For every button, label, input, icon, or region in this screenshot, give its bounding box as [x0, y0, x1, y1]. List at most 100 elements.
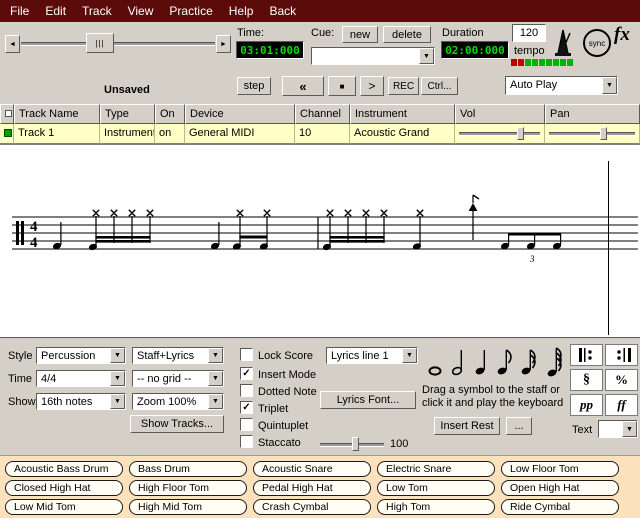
half-note-icon[interactable] — [447, 346, 469, 378]
zoom-select[interactable]: Zoom 100%▼ — [132, 393, 224, 410]
drum-pad-button[interactable]: High Mid Tom — [129, 499, 247, 515]
track-channel-cell[interactable]: 10 — [295, 124, 350, 144]
chevron-down-icon[interactable]: ▼ — [602, 77, 617, 94]
drum-pad-button[interactable]: Low Tom — [377, 480, 495, 496]
step-button[interactable]: step — [237, 77, 271, 95]
sync-button[interactable]: sync — [583, 29, 611, 57]
cue-new-button[interactable]: new — [342, 26, 378, 43]
drum-pad-button[interactable]: Acoustic Snare — [253, 461, 371, 477]
position-slider-track[interactable] — [21, 42, 215, 46]
end-repeat-cell[interactable] — [605, 344, 638, 366]
lyrics-font-button[interactable]: Lyrics Font... — [320, 391, 416, 409]
tempo-value-box[interactable]: 120 — [512, 24, 546, 42]
lyrics-line-select[interactable]: Lyrics line 1▼ — [326, 347, 418, 364]
staccato-checkbox[interactable] — [240, 435, 253, 448]
track-row-indicator[interactable] — [0, 124, 14, 144]
begin-repeat-cell[interactable] — [570, 344, 603, 366]
stop-button[interactable]: ■ — [328, 76, 356, 96]
pan-slider-handle[interactable] — [600, 127, 607, 140]
header-pan[interactable]: Pan — [545, 104, 640, 124]
menu-item-view[interactable]: View — [120, 1, 162, 21]
autoplay-select[interactable]: Auto Play ▼ — [505, 76, 618, 95]
chevron-down-icon[interactable]: ▼ — [208, 394, 223, 409]
metronome-icon[interactable] — [551, 26, 575, 58]
play-button[interactable]: > — [360, 76, 384, 96]
menu-item-back[interactable]: Back — [261, 1, 304, 21]
quarter-note-icon[interactable] — [470, 346, 492, 378]
staff-mode-select[interactable]: Staff+Lyrics▼ — [132, 347, 224, 364]
drum-pad-button[interactable]: Low Mid Tom — [5, 499, 123, 515]
track-on-cell[interactable]: on — [155, 124, 185, 144]
drum-pad-button[interactable]: Ride Cymbal — [501, 499, 619, 515]
drum-pad-button[interactable]: High Tom — [377, 499, 495, 515]
drum-pad-button[interactable]: Crash Cymbal — [253, 499, 371, 515]
style-select[interactable]: Percussion▼ — [36, 347, 126, 364]
scroll-right-button[interactable]: ► — [216, 35, 231, 53]
dotted-note-checkbox[interactable] — [240, 384, 253, 397]
drum-pad-button[interactable]: Electric Snare — [377, 461, 495, 477]
segno-cell[interactable]: § — [570, 369, 603, 391]
whole-note-icon[interactable] — [424, 346, 446, 378]
show-tracks-button[interactable]: Show Tracks... — [130, 415, 224, 433]
track-type-cell[interactable]: Instrument — [100, 124, 155, 144]
grid-select[interactable]: -- no grid --▼ — [132, 370, 224, 387]
score-staff-area[interactable]: 4 4 — [0, 144, 640, 337]
header-type[interactable]: Type — [100, 104, 155, 124]
chevron-down-icon[interactable]: ▼ — [208, 371, 223, 386]
fortissimo-cell[interactable]: ff — [605, 394, 638, 416]
drum-pad-button[interactable]: Bass Drum — [129, 461, 247, 477]
menu-item-track[interactable]: Track — [74, 1, 120, 21]
chevron-down-icon[interactable]: ▼ — [402, 348, 417, 363]
chevron-down-icon[interactable]: ▼ — [622, 421, 637, 437]
chevron-down-icon[interactable]: ▼ — [110, 371, 125, 386]
header-on[interactable]: On — [155, 104, 185, 124]
more-options-button[interactable]: ... — [506, 417, 532, 435]
cue-select[interactable]: ▼ — [311, 47, 435, 65]
header-instrument[interactable]: Instrument — [350, 104, 455, 124]
pan-slider-track[interactable] — [549, 132, 635, 136]
vol-slider-handle[interactable] — [517, 127, 524, 140]
volume-slider-handle[interactable] — [352, 437, 359, 451]
drum-pad-button[interactable]: High Floor Tom — [129, 480, 247, 496]
menu-item-edit[interactable]: Edit — [37, 1, 74, 21]
track-name-cell[interactable]: Track 1 — [14, 124, 100, 144]
header-device[interactable]: Device — [185, 104, 295, 124]
sixteenth-note-icon[interactable] — [517, 346, 539, 378]
scroll-left-button[interactable]: ◄ — [5, 35, 20, 53]
insert-rest-button[interactable]: Insert Rest — [434, 417, 500, 435]
repeat-measure-cell[interactable]: % — [605, 369, 638, 391]
drum-pad-button[interactable]: Open High Hat — [501, 480, 619, 496]
menu-item-practice[interactable]: Practice — [161, 1, 220, 21]
show-notes-select[interactable]: 16th notes▼ — [36, 393, 126, 410]
vol-slider-track[interactable] — [459, 132, 540, 136]
cue-delete-button[interactable]: delete — [383, 26, 431, 43]
header-track-name[interactable]: Track Name — [14, 104, 100, 124]
chevron-down-icon[interactable]: ▼ — [110, 348, 125, 363]
position-slider-handle[interactable]: ||| — [86, 33, 114, 53]
menu-item-help[interactable]: Help — [221, 1, 262, 21]
header-vol[interactable]: Vol — [455, 104, 545, 124]
pianissimo-cell[interactable]: pp — [570, 394, 603, 416]
triplet-checkbox[interactable]: ✓ — [240, 401, 253, 414]
drum-pad-button[interactable]: Low Floor Tom — [501, 461, 619, 477]
record-button[interactable]: REC — [388, 77, 419, 95]
menu-item-file[interactable]: File — [2, 1, 37, 21]
ctrl-button[interactable]: Ctrl... — [421, 77, 458, 95]
eighth-note-icon[interactable] — [493, 346, 515, 378]
header-channel[interactable]: Channel — [295, 104, 350, 124]
thirtysecond-note-icon[interactable] — [543, 346, 565, 378]
track-device-cell[interactable]: General MIDI — [185, 124, 295, 144]
insert-mode-checkbox[interactable]: ✓ — [240, 367, 253, 380]
track-instrument-cell[interactable]: Acoustic Grand — [350, 124, 455, 144]
lock-score-checkbox[interactable] — [240, 348, 253, 361]
time-sig-select[interactable]: 4/4▼ — [36, 370, 126, 387]
fx-button[interactable]: fx — [614, 24, 630, 46]
quintuplet-checkbox[interactable] — [240, 418, 253, 431]
chevron-down-icon[interactable]: ▼ — [208, 348, 223, 363]
text-symbol-select[interactable]: ▼ — [598, 420, 638, 438]
drum-pad-button[interactable]: Closed High Hat — [5, 480, 123, 496]
drum-pad-button[interactable]: Pedal High Hat — [253, 480, 371, 496]
drum-pad-button[interactable]: Acoustic Bass Drum — [5, 461, 123, 477]
chevron-down-icon[interactable]: ▼ — [110, 394, 125, 409]
rewind-button[interactable]: « — [282, 76, 324, 96]
